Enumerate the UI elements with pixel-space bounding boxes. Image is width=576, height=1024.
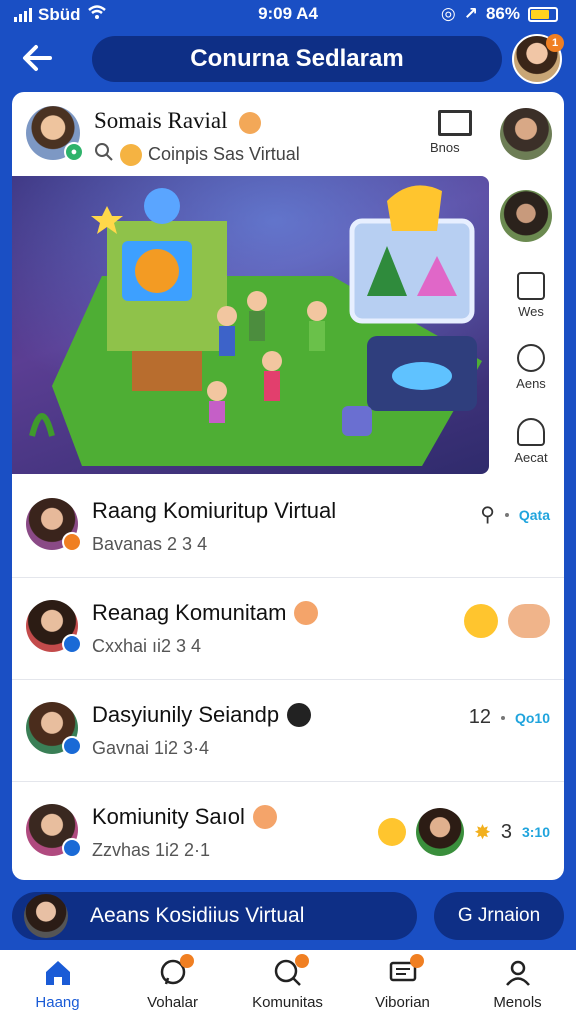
chat-bubble-icon [239,111,262,134]
tab-chat[interactable]: Vohalar [115,954,230,1011]
tag-icon [294,601,319,625]
profile-icon [503,958,533,988]
feed-card: ● Somais Ravial Coinpis Sas Virtual Bnos [12,92,564,880]
separator-dot [500,715,505,720]
list-avatar[interactable] [26,804,82,858]
notification-badge: 1 [546,34,564,52]
list-item-count: 12 [468,706,491,728]
person-icon [517,418,545,446]
tab-messages[interactable]: Viborian [345,954,460,1011]
side-action-share[interactable]: Aens [498,344,564,391]
status-bar: Sbüd 9:09 A4 ◎ ↗ 86% [0,0,576,28]
list-avatar[interactable] [26,498,82,552]
footer-avatar [24,894,68,938]
member-avatar[interactable] [416,808,465,856]
battery-percent: 86% [485,4,520,23]
list-item-meta [464,604,550,638]
room-pill[interactable]: Aeans Kosidiius Virtual [12,892,417,940]
status-right: ◎ ↗ 86% [441,4,558,24]
friends-avatars[interactable] [508,604,550,638]
back-button[interactable] [18,38,60,80]
list-item-meta: 12 Qo10 [469,706,550,729]
room-scene [12,176,489,474]
location-icon: ◎ [440,4,456,23]
list-avatar[interactable] [26,702,82,756]
post-header: ● Somais Ravial Coinpis Sas Virtual Bnos [12,92,564,176]
list-item-subtitle: Cxxhai ıi2 3 4 [92,636,202,656]
battery-icon [528,6,558,22]
list-avatar[interactable] [26,600,82,654]
nav-arrow-icon: ↗ [463,4,478,23]
app-header: Conurna Sedlaram 1 [0,28,576,90]
arrow-left-icon [23,45,52,71]
separator-dot [504,512,509,517]
list-item-link[interactable]: Qo10 [515,710,550,726]
list-item-link[interactable]: 3:10 [522,824,550,840]
bottom-tab-bar: Haang Vohalar Komunitas Viborian Menols [0,950,576,1024]
list-item-title: Dasyiunily Seiandp [92,702,312,728]
virtual-room-illustration[interactable] [12,176,489,474]
list-item[interactable]: Komiunity Saıol Zzvhas 1i2 2·1 ✸ 3 3:10 [12,782,564,880]
side-action-doc[interactable]: Wes [498,272,564,319]
home-icon [43,958,73,988]
list-item[interactable]: Reanag Komunitam Cxxhai ıi2 3 4 [12,578,564,680]
trophy-icon [464,604,498,638]
list-item-subtitle: Bavanas 2 3 4 [92,534,208,554]
chat-icon [158,954,194,988]
status-badge [62,838,82,858]
footer-bar: Aeans Kosidiius Virtual G Jrnaion [12,892,564,942]
tag-icon [252,805,277,829]
poster-avatar[interactable]: ● [26,106,84,162]
message-icon [388,954,424,988]
list-item-meta: ⚲ Qata [480,502,550,527]
smile-emoji-icon [120,143,142,166]
person-outline-icon: ⚲ [480,504,495,526]
status-badge [62,532,82,552]
list-item[interactable]: Raang Komiuritup Virtual Bavanas 2 3 4 ⚲… [12,476,564,578]
tab-community[interactable]: Komunitas [230,954,345,1011]
list-item-title: Komiunity Saıol [92,804,277,830]
chat-icon [287,703,312,727]
poster-name[interactable]: Somais Ravial [94,108,262,134]
status-badge [62,634,82,654]
list-item-title: Raang Komiuritup Virtual [92,498,337,523]
frame-icon[interactable] [438,110,472,136]
online-badge: ● [64,142,84,162]
frame-label: Bnos [430,140,460,155]
tab-home[interactable]: Haang [0,958,115,1011]
profile-avatar[interactable]: 1 [512,34,564,84]
list-item-subtitle: Zzvhas 1i2 2·1 [92,840,211,860]
status-badge [62,736,82,756]
share-icon [517,344,545,372]
search-icon [273,954,309,988]
list-item-count: 3 [500,820,512,843]
document-icon [517,272,545,300]
list-item-link[interactable]: Qata [519,507,550,523]
list-item-meta: ✸ 3 3:10 [378,808,550,856]
side-action-person[interactable]: Aecat [498,418,564,465]
tab-profile[interactable]: Menols [460,958,575,1011]
page-title: Conurna Sedlaram [92,36,502,82]
list-item[interactable]: Dasyiunily Seiandp Gavnai 1i2 3·4 12 Qo1… [12,680,564,782]
friend-avatar[interactable] [500,108,552,160]
list-item-subtitle: Gavnai 1i2 3·4 [92,738,210,758]
list-item-title: Reanag Komunitam [92,600,319,626]
group-avatar[interactable] [500,190,552,242]
emoji-icon [378,818,407,846]
star-icon: ✸ [474,821,491,844]
search-icon [94,142,114,167]
post-subtitle: Coinpis Sas Virtual [94,142,300,167]
join-button[interactable]: G Jrnaion [434,892,564,940]
